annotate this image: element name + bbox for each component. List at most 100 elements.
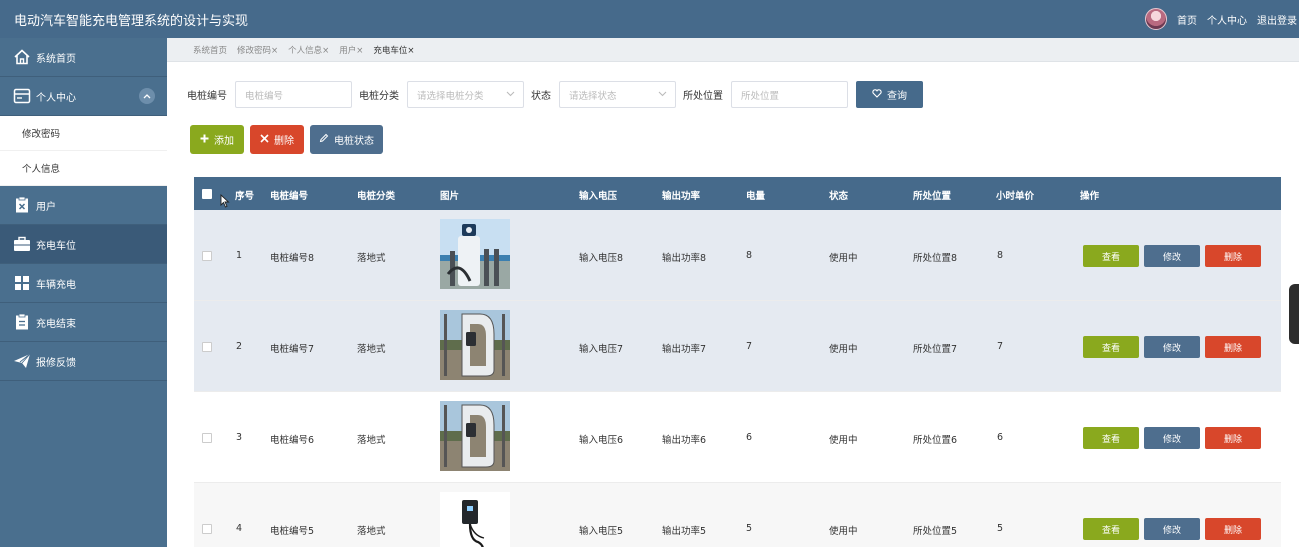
sidebar-item-repair-feedback[interactable]: 报修反馈 (0, 342, 167, 381)
charge-cell: 5 (746, 523, 753, 534)
home-icon (12, 47, 32, 67)
voltage-cell: 输入电压5 (579, 526, 624, 537)
row-delete-button[interactable]: 删除 (1205, 518, 1261, 540)
charging-pile-table: 序号 电桩编号 电桩分类 图片 输入电压 输出功率 电量 状态 所处位置 小时单… (194, 177, 1281, 547)
add-button-label: 添加 (214, 136, 234, 147)
tab-charging-spots[interactable]: 充电车位× (373, 44, 414, 56)
search-button-label: 查询 (887, 91, 907, 102)
edit-button[interactable]: 修改 (1144, 518, 1200, 540)
close-icon (260, 133, 269, 146)
tab-change-password[interactable]: 修改密码× (237, 44, 278, 56)
pile-photo[interactable] (440, 310, 510, 380)
column-header: 序号 (235, 191, 255, 202)
heart-icon (872, 88, 882, 101)
location-input[interactable]: 所处位置 (731, 81, 848, 108)
column-header: 输入电压 (579, 191, 618, 202)
top-nav: 首页 个人中心 退出登录 (1145, 8, 1297, 30)
sidebar: 系统首页 个人中心 修改密码 个人信息 用户 充电车位 车辆充电 充电结束 报修… (0, 38, 167, 547)
edit-button[interactable]: 修改 (1144, 336, 1200, 358)
sidebar-subitem-personal-info[interactable]: 个人信息 (0, 151, 167, 186)
pile-photo[interactable] (440, 492, 510, 547)
row-checkbox[interactable] (202, 251, 212, 261)
row-checkbox[interactable] (202, 342, 212, 352)
tab-personal-info[interactable]: 个人信息× (288, 44, 329, 56)
app-title: 电动汽车智能充电管理系统的设计与实现 (14, 13, 249, 29)
pile-status-button[interactable]: 电桩状态 (310, 125, 383, 154)
voltage-cell: 输入电压6 (579, 435, 624, 446)
search-form: 电桩编号 电桩编号 电桩分类 请选择电桩分类 状态 请选择状态 所处位置 所处位… (187, 81, 923, 108)
table-row: 2 电桩编号7 落地式 输入电压7 输出功率7 7 使用中 所处位置7 7 查看… (194, 301, 1281, 392)
delete-button[interactable]: 删除 (250, 125, 304, 154)
sidebar-item-users[interactable]: 用户 (0, 186, 167, 225)
column-header: 操作 (1080, 191, 1100, 202)
row-index: 2 (236, 341, 243, 352)
sidebar-item-label: 报修反馈 (36, 357, 76, 369)
chevron-down-icon (658, 89, 667, 101)
tab-users[interactable]: 用户× (339, 44, 363, 56)
chevron-down-icon (506, 89, 515, 101)
pile-photo[interactable] (440, 401, 510, 471)
sidebar-item-label: 车辆充电 (36, 279, 76, 291)
location-cell: 所处位置8 (913, 253, 958, 264)
sidebar-item-charging-spots[interactable]: 充电车位 (0, 225, 167, 264)
power-cell: 输出功率6 (662, 435, 707, 446)
column-header: 电桩编号 (270, 191, 309, 202)
price-cell: 7 (997, 341, 1004, 352)
chevron-up-icon[interactable] (139, 88, 155, 104)
charge-cell: 7 (746, 341, 753, 352)
sidebar-item-home[interactable]: 系统首页 (0, 38, 167, 77)
view-button[interactable]: 查看 (1083, 427, 1139, 449)
top-link-logout[interactable]: 退出登录 (1257, 12, 1297, 27)
location-cell: 所处位置6 (913, 435, 958, 446)
category-cell: 落地式 (357, 435, 386, 446)
edit-button[interactable]: 修改 (1144, 245, 1200, 267)
sidebar-item-charging-end[interactable]: 充电结束 (0, 303, 167, 342)
row-delete-button[interactable]: 删除 (1205, 245, 1261, 267)
location-cell: 所处位置5 (913, 526, 958, 537)
pile-no-cell: 电桩编号5 (270, 526, 315, 537)
sidebar-subitem-change-password[interactable]: 修改密码 (0, 116, 167, 151)
pile-no-label: 电桩编号 (187, 91, 227, 102)
price-cell: 5 (997, 523, 1004, 534)
sidebar-item-profile[interactable]: 个人中心 (0, 77, 167, 116)
avatar[interactable] (1145, 8, 1167, 30)
row-index: 4 (236, 523, 243, 534)
select-all-checkbox[interactable] (202, 189, 212, 199)
column-header: 输出功率 (662, 191, 701, 202)
view-button[interactable]: 查看 (1083, 336, 1139, 358)
row-delete-button[interactable]: 删除 (1205, 427, 1261, 449)
add-button[interactable]: 添加 (190, 125, 244, 154)
row-checkbox[interactable] (202, 524, 212, 534)
charge-cell: 6 (746, 432, 753, 443)
location-label: 所处位置 (683, 91, 723, 102)
status-label: 状态 (531, 91, 551, 102)
top-link-home[interactable]: 首页 (1177, 12, 1197, 27)
paper-plane-icon (12, 351, 32, 371)
clipboard-x-icon (12, 195, 32, 215)
pile-status-button-label: 电桩状态 (334, 136, 374, 147)
search-button[interactable]: 查询 (856, 81, 923, 108)
pile-no-cell: 电桩编号8 (270, 253, 315, 264)
top-bar: 电动汽车智能充电管理系统的设计与实现 首页 个人中心 退出登录 (0, 0, 1299, 38)
view-button[interactable]: 查看 (1083, 245, 1139, 267)
status-select[interactable]: 请选择状态 (559, 81, 676, 108)
sidebar-item-label: 用户 (36, 201, 56, 213)
row-delete-button[interactable]: 删除 (1205, 336, 1261, 358)
category-select[interactable]: 请选择电桩分类 (407, 81, 524, 108)
charge-cell: 8 (746, 250, 753, 261)
pile-photo[interactable] (440, 219, 510, 289)
status-cell: 使用中 (829, 435, 858, 446)
sidebar-item-label: 充电结束 (36, 318, 76, 330)
view-button[interactable]: 查看 (1083, 518, 1139, 540)
tab-home[interactable]: 系统首页 (193, 44, 227, 56)
edit-button[interactable]: 修改 (1144, 427, 1200, 449)
voltage-cell: 输入电压7 (579, 344, 624, 355)
row-checkbox[interactable] (202, 433, 212, 443)
side-panel-handle[interactable] (1289, 284, 1299, 344)
price-cell: 6 (997, 432, 1004, 443)
power-cell: 输出功率8 (662, 253, 707, 264)
column-header: 状态 (829, 191, 849, 202)
top-link-profile[interactable]: 个人中心 (1207, 12, 1247, 27)
sidebar-item-vehicle-charging[interactable]: 车辆充电 (0, 264, 167, 303)
pile-no-input[interactable]: 电桩编号 (235, 81, 352, 108)
